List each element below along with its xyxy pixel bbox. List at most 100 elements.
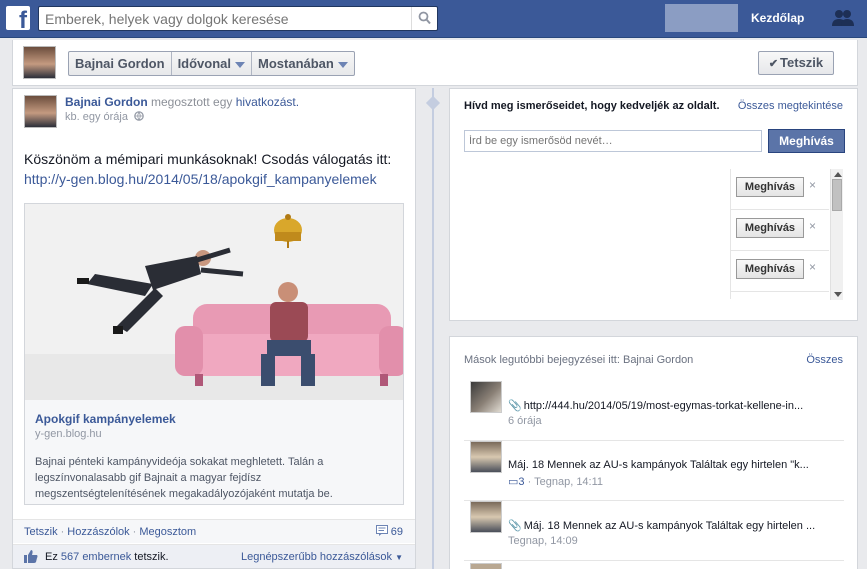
list-item: Meghívás × <box>731 169 829 210</box>
see-all-link[interactable]: Összes megtekintése <box>738 100 843 112</box>
recent-post-text[interactable]: Máj. 18 Mennek az AU-s kampányok Találta… <box>508 459 809 471</box>
top-comments-label: Legnépszerűbb hozzászólások <box>240 551 393 563</box>
scrollbar-thumb[interactable] <box>832 179 842 211</box>
facebook-logo-icon[interactable]: f <box>6 6 30 33</box>
timeline-label: Idővonal <box>177 56 232 71</box>
invite-list-scrollbar[interactable] <box>830 169 843 300</box>
likes-text: Ez 567 embernek tetszik. <box>45 551 169 563</box>
recent-dropdown[interactable]: Mostanában <box>252 52 354 75</box>
shared-link-image[interactable] <box>25 204 403 400</box>
globe-icon[interactable] <box>134 111 144 121</box>
chevron-down-icon <box>235 61 246 68</box>
list-item: Meghívás × <box>731 210 829 251</box>
timeline-nav: Bajnai Gordon Idővonal Mostanában <box>68 51 355 76</box>
post-action-link[interactable]: hivatkozást. <box>236 95 299 109</box>
recent-see-all-link[interactable]: Összes <box>806 354 843 366</box>
friend-name-input[interactable] <box>464 130 762 152</box>
scroll-down-icon[interactable] <box>834 292 842 297</box>
post-timestamp[interactable]: kb. egy órája <box>65 111 128 123</box>
recent-post-text[interactable]: http://444.hu/2014/05/19/most-egymas-tor… <box>524 400 803 412</box>
shared-link-card[interactable]: Apokgif kampányelemek y-gen.blog.hu Bajn… <box>24 203 404 505</box>
share-link[interactable]: Megosztom <box>139 526 196 538</box>
post-author-link[interactable]: Bajnai Gordon <box>65 95 148 109</box>
top-comments-dropdown[interactable]: Legnépszerűbb hozzászólások ▼ <box>241 551 403 563</box>
post-author-avatar[interactable] <box>24 95 57 128</box>
recent-posts-by-others: Mások legutóbbi bejegyzései itt: Bajnai … <box>449 336 858 569</box>
recent-post-meta: ▭3 · Tegnap, 14:11 <box>508 475 603 488</box>
recent-post-time[interactable]: 6 órája <box>508 415 542 427</box>
scroll-up-icon[interactable] <box>834 172 842 177</box>
search-input[interactable] <box>39 7 409 30</box>
home-link[interactable]: Kezdőlap <box>751 11 804 25</box>
recent-posts-title: Mások legutóbbi bejegyzései itt: Bajnai … <box>464 354 694 366</box>
timeline-post: Bajnai Gordon megosztott egy hivatkozást… <box>12 88 416 569</box>
list-item[interactable]: Máj. 18 Mennek az AU-s kampányok Találta… <box>464 441 844 501</box>
chevron-down-icon <box>337 61 348 68</box>
invite-title: Hívd meg ismerőseidet, hogy kedveljék az… <box>464 100 720 112</box>
list-item[interactable]: 📎 Máj. 18 Mennek az AU-s kampányok Talált… <box>464 501 844 561</box>
timeline-header: Bajnai Gordon Idővonal Mostanában ✔ Tetsz… <box>12 40 858 86</box>
avatar[interactable] <box>470 563 502 569</box>
chevron-down-icon: ▼ <box>395 553 403 562</box>
recent-post-time[interactable]: · Tegnap, 14:11 <box>528 476 603 488</box>
list-item: Meghívás × <box>731 251 829 292</box>
comment-count[interactable]: 69 <box>375 525 403 538</box>
avatar[interactable] <box>470 501 502 533</box>
comment-icon: ▭ <box>508 476 519 488</box>
timeline-spine <box>432 88 434 569</box>
close-icon[interactable]: × <box>809 219 816 233</box>
search-box <box>38 6 438 31</box>
recent-post-time[interactable]: Tegnap, 14:09 <box>508 535 578 547</box>
post-timestamp-row: kb. egy órája <box>65 111 144 123</box>
post-action-text: megosztott egy <box>151 95 233 109</box>
shared-link-title[interactable]: Apokgif kampányelemek <box>35 412 176 426</box>
recent-post-text[interactable]: Máj. 18 Mennek az AU-s kampányok Találta… <box>524 520 815 532</box>
shared-link-domain: y-gen.blog.hu <box>35 428 102 440</box>
shared-image-illustration <box>25 204 403 400</box>
post-actions-bar: Tetszik · Hozzászólok · Megosztom 69 <box>13 519 415 543</box>
search-button[interactable] <box>411 7 437 30</box>
checkmark-icon: ✔ <box>768 58 779 70</box>
comment-count-value: 69 <box>390 526 403 538</box>
invite-row-button[interactable]: Meghívás <box>736 259 804 279</box>
attachment-icon: 📎 <box>508 520 522 532</box>
likes-summary: Ez 567 embernek tetszik. Legnépszerűbb h… <box>13 544 415 568</box>
search-icon <box>418 11 431 25</box>
recent-label: Mostanában <box>258 56 334 71</box>
thumbs-up-icon <box>24 550 38 563</box>
separator-dot: · <box>132 526 137 538</box>
friends-icon[interactable] <box>832 9 854 27</box>
attachment-icon: 📎 <box>508 400 522 412</box>
likes-prefix: Ez <box>45 551 58 563</box>
likes-suffix: tetszik. <box>134 551 169 563</box>
likes-count-link[interactable]: 567 embernek <box>61 551 131 563</box>
post-body: Köszönöm a mémipari munkásoknak! Csodás … <box>24 149 409 189</box>
post-body-text: Köszönöm a mémipari munkásoknak! Csodás … <box>24 151 392 167</box>
like-page-button[interactable]: ✔ Tetszik <box>758 51 834 75</box>
post-header: Bajnai Gordon megosztott egy hivatkozást… <box>65 95 299 109</box>
comment-icon <box>375 525 388 536</box>
close-icon[interactable]: × <box>809 260 816 274</box>
post-body-link[interactable]: http://y-gen.blog.hu/2014/05/18/apokgif_… <box>24 169 409 189</box>
page-name-button[interactable]: Bajnai Gordon <box>69 52 172 75</box>
avatar[interactable] <box>470 381 502 413</box>
invite-button[interactable]: Meghívás <box>768 129 845 153</box>
invite-row-button[interactable]: Meghívás <box>736 177 804 197</box>
like-link[interactable]: Tetszik <box>24 526 58 538</box>
recent-comment-count[interactable]: 3 <box>518 476 524 488</box>
comment-link[interactable]: Hozzászólok <box>67 526 129 538</box>
invite-friends-box: Hívd meg ismerőseidet, hogy kedveljék az… <box>449 88 858 321</box>
timeline-dropdown[interactable]: Idővonal <box>172 52 253 75</box>
list-item[interactable]: 📎 http://444.hu/2014/05/19/most-egymas-to… <box>464 381 844 441</box>
page-avatar[interactable] <box>23 46 56 79</box>
invite-suggestions-list: Meghívás × Meghívás × Meghívás × <box>730 169 829 299</box>
timeline-marker <box>425 95 441 111</box>
avatar[interactable] <box>470 441 502 473</box>
top-navigation-bar: f Kezdőlap <box>0 0 867 38</box>
separator-dot: · <box>60 526 65 538</box>
invite-row-button[interactable]: Meghívás <box>736 218 804 238</box>
profile-link[interactable] <box>665 4 738 32</box>
like-page-label: Tetszik <box>780 55 824 70</box>
shared-link-description: Bajnai pénteki kampányvideója sokakat me… <box>35 456 333 500</box>
close-icon[interactable]: × <box>809 178 816 192</box>
